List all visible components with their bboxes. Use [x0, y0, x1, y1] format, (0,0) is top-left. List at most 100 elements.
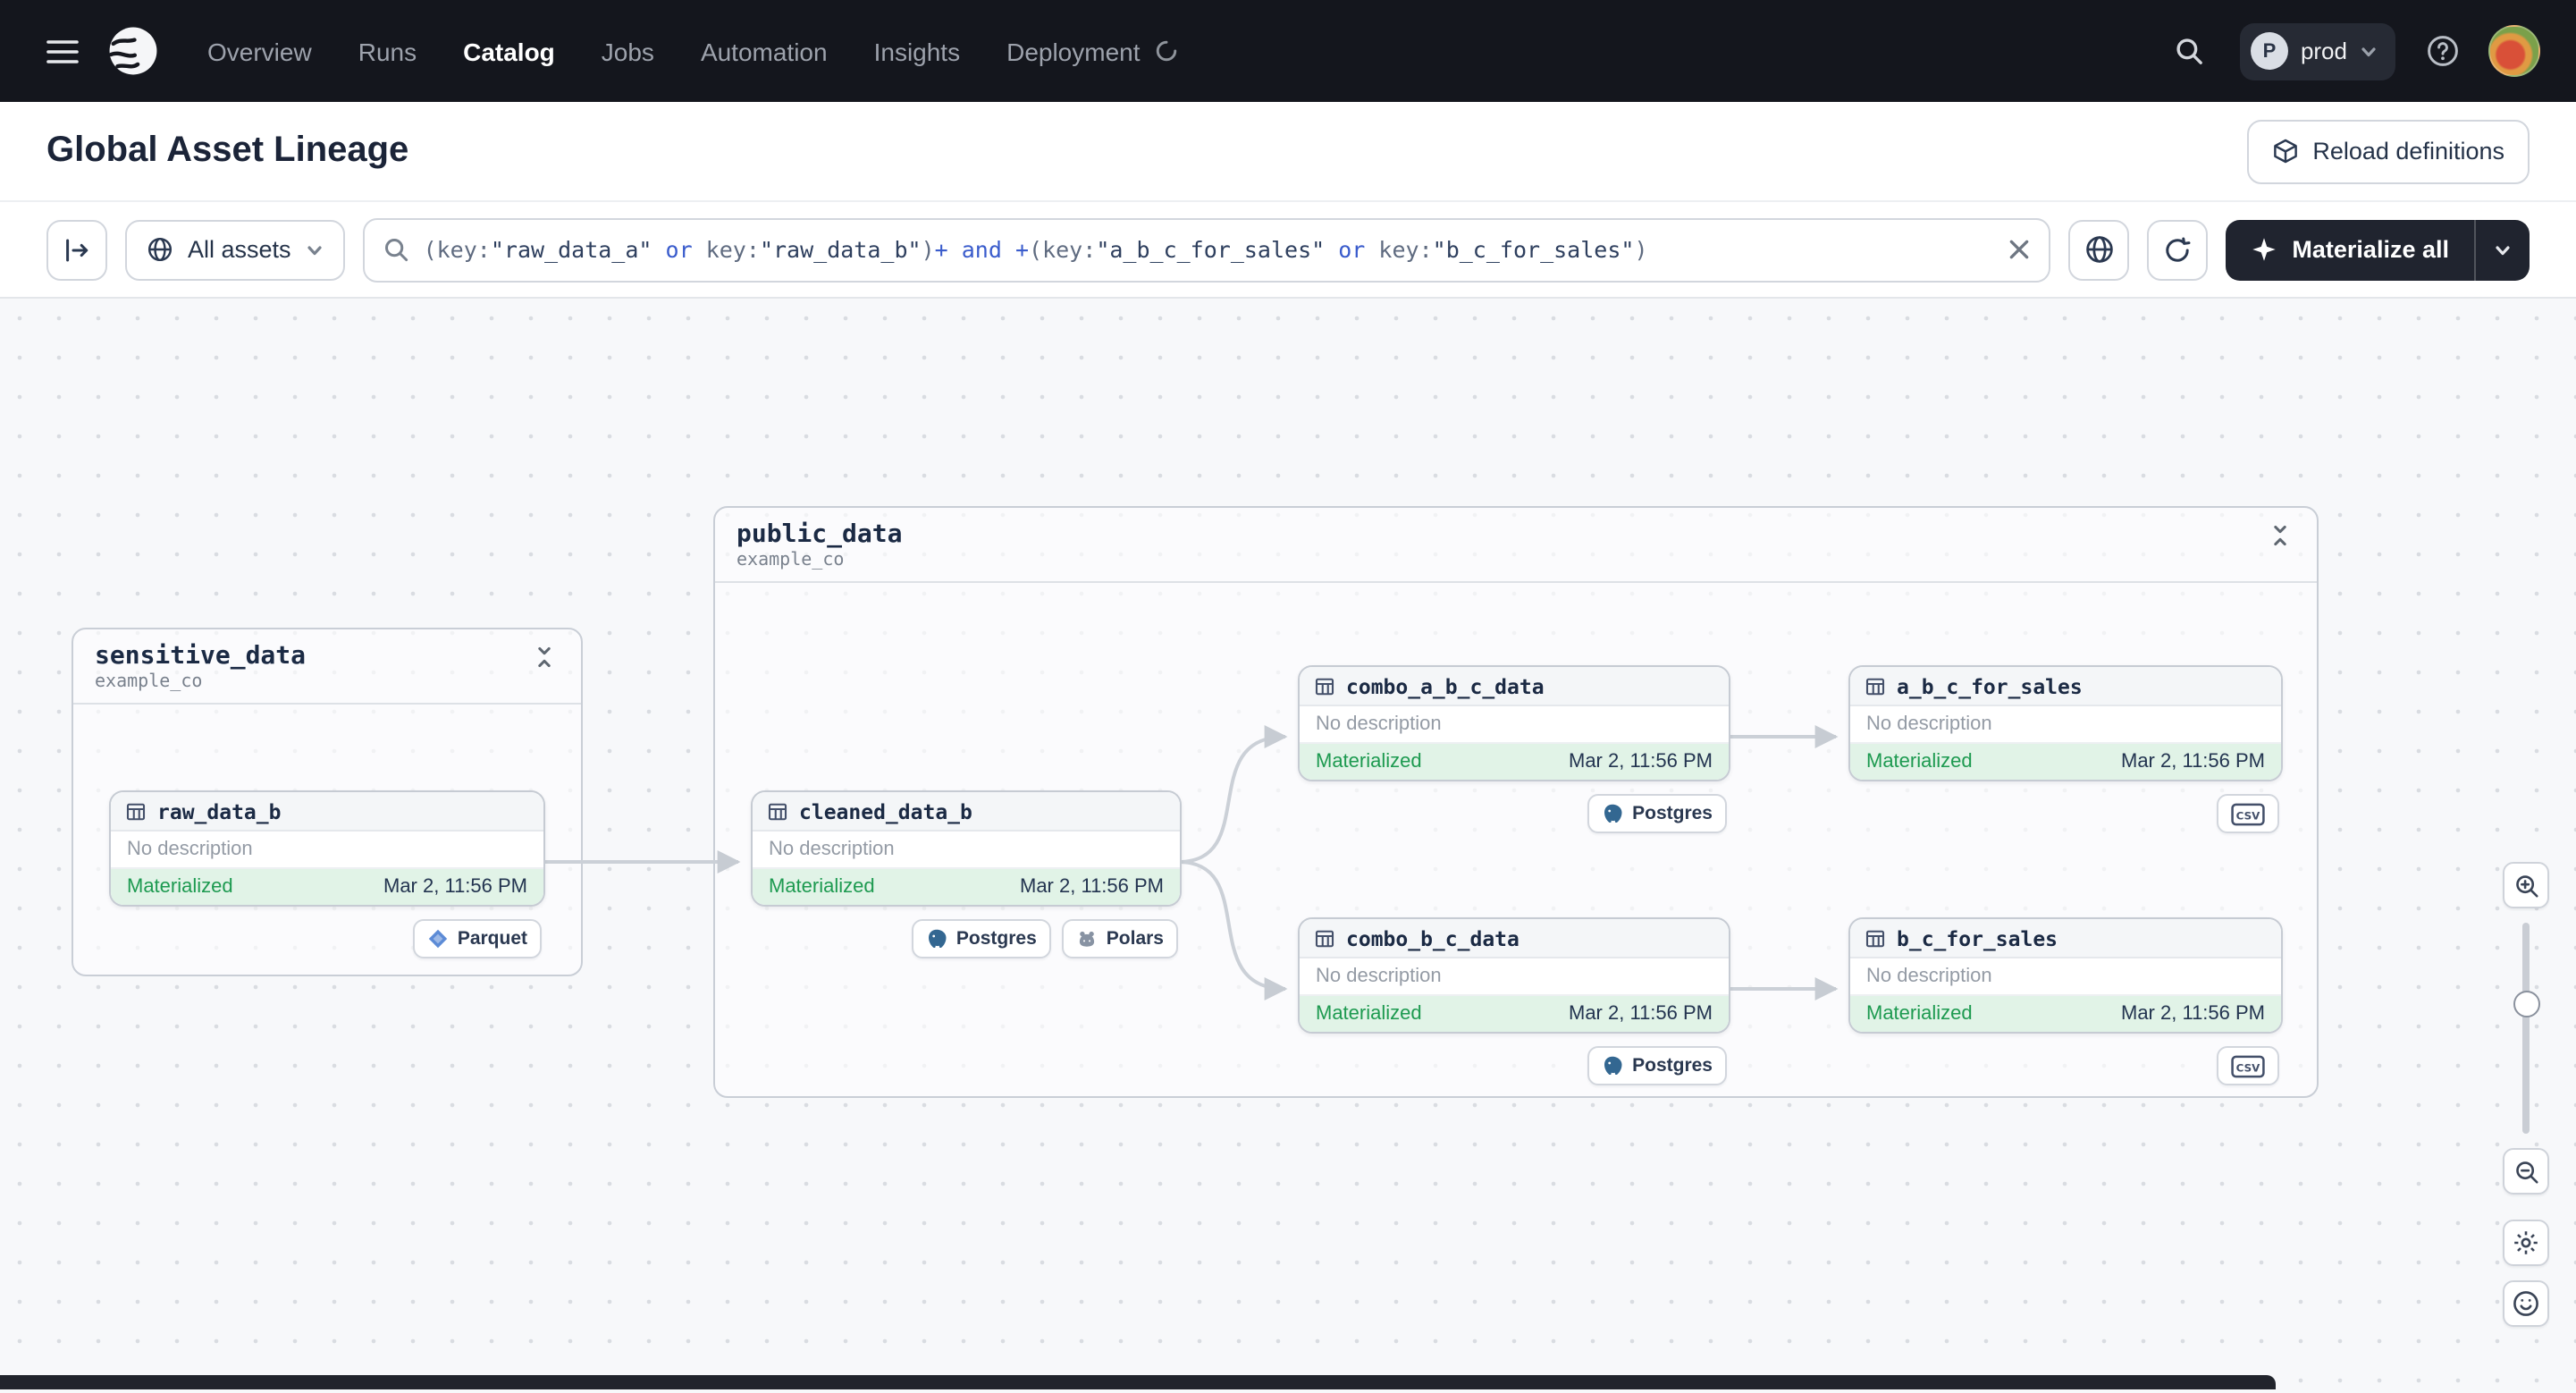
- asset-node-combo_a_b_c_data[interactable]: combo_a_b_c_data No description Material…: [1298, 665, 1730, 781]
- page-title: Global Asset Lineage: [46, 131, 409, 170]
- asset-kind-tags: Postgres: [1298, 1046, 1727, 1085]
- dagster-app: Overview Runs Catalog Jobs Automation Insight…: [0, 0, 2576, 1393]
- materialized-date: Mar 2, 11:56 PM: [2121, 1003, 2265, 1025]
- reload-definitions-button[interactable]: Reload definitions: [2246, 119, 2530, 183]
- nav-item-label: Insights: [873, 37, 961, 65]
- query-segment: [1325, 236, 1338, 263]
- zoom-slider-knob[interactable]: [2513, 991, 2540, 1017]
- materialized-status: Materialized: [1866, 751, 1973, 772]
- nav-item-jobs[interactable]: Jobs: [602, 37, 654, 65]
- materialized-date: Mar 2, 11:56 PM: [2121, 751, 2265, 772]
- asset-kind-tags: Postgres Polars: [751, 919, 1178, 958]
- zoom-slider[interactable]: [2503, 923, 2549, 1134]
- query-segment: +: [934, 236, 948, 263]
- reload-definitions-label: Reload definitions: [2312, 138, 2504, 165]
- nav-item-label: Overview: [207, 37, 312, 65]
- chevron-down-icon: [2360, 42, 2378, 60]
- dagster-logo-icon[interactable]: [104, 22, 161, 80]
- svg-text:CSV: CSV: [2236, 1061, 2260, 1074]
- asset-node-combo_b_c_data[interactable]: combo_b_c_data No description Materializ…: [1298, 917, 1730, 1034]
- nav-item-catalog[interactable]: Catalog: [463, 37, 555, 65]
- collapse-group-icon[interactable]: [529, 642, 560, 672]
- graph-settings-button[interactable]: [2068, 219, 2130, 280]
- kind-tag-csv[interactable]: CSV: [2217, 794, 2279, 833]
- asset-selection-input[interactable]: (key:"raw_data_a" or key:"raw_data_b")+ …: [362, 217, 2051, 282]
- materialize-all-button[interactable]: Materialize all: [2226, 219, 2530, 280]
- zoom-in-button[interactable]: [2503, 862, 2549, 908]
- feedback-button[interactable]: [2503, 1280, 2549, 1327]
- asset-filter-dropdown[interactable]: All assets: [125, 219, 345, 280]
- asset-name: cleaned_data_b: [799, 798, 972, 823]
- nav-item-insights[interactable]: Insights: [874, 37, 961, 65]
- query-segment: ): [1634, 236, 1648, 263]
- asset-kind-tags: CSV: [1848, 1046, 2279, 1085]
- asset-description: No description: [1300, 706, 1729, 744]
- nav-item-deployment[interactable]: Deployment: [1006, 37, 1177, 65]
- zoom-out-button[interactable]: [2503, 1148, 2549, 1195]
- nav-item-overview[interactable]: Overview: [207, 37, 312, 65]
- deployment-switcher[interactable]: P prod: [2239, 22, 2395, 80]
- kind-tag-polars[interactable]: Polars: [1061, 919, 1178, 958]
- table-icon: [1865, 675, 1886, 696]
- kind-tag-postgres[interactable]: Postgres: [1587, 1046, 1727, 1085]
- asset-node-b_c_for_sales[interactable]: b_c_for_sales No description Materialize…: [1848, 917, 2283, 1034]
- query-segment: ): [921, 236, 935, 263]
- kind-label: Polars: [1106, 928, 1164, 950]
- search-icon[interactable]: [2165, 26, 2215, 76]
- asset-node-raw_data_b[interactable]: raw_data_b No description Materialized M…: [109, 790, 545, 907]
- lineage-canvas[interactable]: sensitive_data example_co public_data ex…: [0, 299, 2576, 1393]
- materialized-date: Mar 2, 11:56 PM: [1569, 751, 1713, 772]
- nav-item-label: Catalog: [463, 37, 555, 65]
- materialized-status: Materialized: [1866, 1003, 1973, 1025]
- query-segment: "b_c_for_sales": [1432, 236, 1635, 263]
- settings-button[interactable]: [2503, 1220, 2549, 1266]
- zoom-in-icon: [2513, 872, 2539, 899]
- asset-kind-tags: Postgres: [1298, 794, 1727, 833]
- table-icon: [1314, 675, 1335, 696]
- asset-node-header: raw_data_b: [111, 792, 543, 832]
- asset-node-cleaned_data_b[interactable]: cleaned_data_b No description Materializ…: [751, 790, 1182, 907]
- asset-node-a_b_c_for_sales[interactable]: a_b_c_for_sales No description Materiali…: [1848, 665, 2283, 781]
- panel-open-icon: [63, 235, 91, 264]
- kind-tag-csv[interactable]: CSV: [2217, 1046, 2279, 1085]
- postgres-icon: [1602, 1055, 1623, 1076]
- nav-item-runs[interactable]: Runs: [358, 37, 417, 65]
- deployment-name: prod: [2300, 38, 2347, 64]
- kind-tag-postgres[interactable]: Postgres: [1587, 794, 1727, 833]
- bottom-panel-handle[interactable]: [0, 1375, 2276, 1389]
- nav-item-label: Runs: [358, 37, 417, 65]
- postgres-icon: [1602, 803, 1623, 824]
- query-segment: "a_b_c_for_sales": [1096, 236, 1326, 263]
- asset-kind-tags: Parquet: [109, 919, 542, 958]
- asset-name: b_c_for_sales: [1897, 925, 2058, 950]
- page-header: Global Asset Lineage Reload definitions: [0, 102, 2576, 202]
- materialized-status: Materialized: [1316, 751, 1422, 772]
- open-left-panel-button[interactable]: [46, 219, 107, 280]
- asset-node-header: cleaned_data_b: [753, 792, 1180, 832]
- user-avatar[interactable]: [2488, 25, 2540, 77]
- refresh-button[interactable]: [2147, 219, 2209, 280]
- query-segment: or: [665, 236, 693, 263]
- query-segment: +: [1014, 236, 1030, 263]
- top-nav: Overview Runs Catalog Jobs Automation Insight…: [0, 0, 2576, 102]
- kind-tag-postgres[interactable]: Postgres: [911, 919, 1051, 958]
- menu-icon[interactable]: [36, 24, 89, 78]
- gear-icon: [2512, 1228, 2540, 1257]
- asset-description: No description: [1850, 706, 2281, 744]
- group-location: example_co: [737, 551, 845, 570]
- nav-item-label: Deployment: [1006, 37, 1141, 65]
- kind-label: Postgres: [955, 928, 1037, 950]
- materialize-options-caret[interactable]: [2474, 219, 2530, 280]
- kind-tag-parquet[interactable]: Parquet: [412, 919, 542, 958]
- help-icon[interactable]: [2420, 30, 2463, 72]
- csv-icon: CSV: [2231, 802, 2265, 825]
- asset-name: raw_data_b: [157, 798, 282, 823]
- query-segment: [652, 236, 665, 263]
- nav-item-automation[interactable]: Automation: [701, 37, 828, 65]
- asset-description: No description: [753, 832, 1180, 869]
- query-segment: "raw_data_a": [490, 236, 652, 263]
- clear-input-icon[interactable]: [2008, 238, 2031, 261]
- collapse-group-icon[interactable]: [2265, 520, 2295, 551]
- postgres-icon: [926, 928, 947, 950]
- asset-description: No description: [111, 832, 543, 869]
